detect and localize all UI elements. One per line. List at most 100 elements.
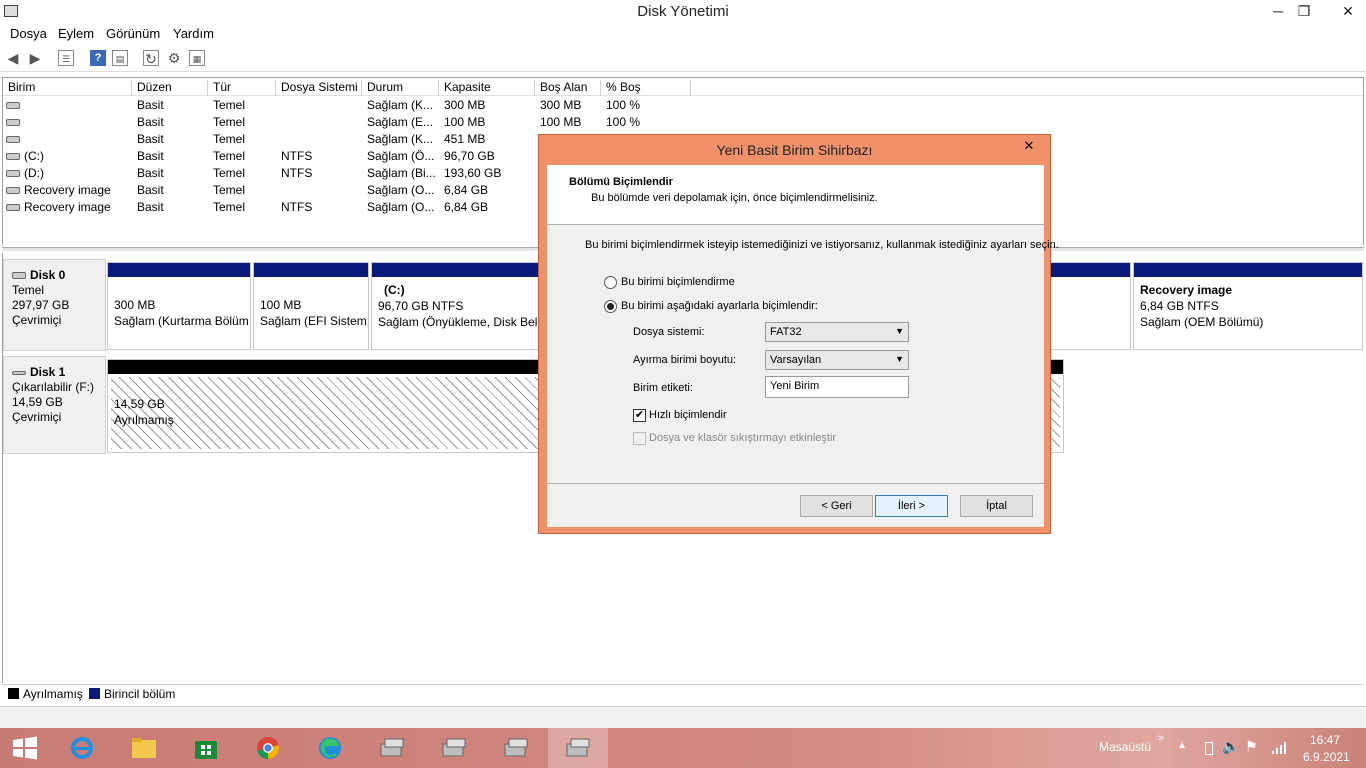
disk0-partition-recovery-image[interactable]: Recovery image 6,84 GB NTFS Sağlam (OEM Bö…	[1133, 262, 1363, 350]
compression-checkbox[interactable]	[633, 432, 646, 445]
settings-icon[interactable]: ⚙	[166, 50, 182, 66]
taskbar-disk-mgmt-3[interactable]	[486, 728, 546, 768]
restore-button[interactable]: ❐	[1289, 0, 1319, 22]
table-row[interactable]: Basit Temel Sağlam (E... 100 MB 100 MB 100…	[3, 114, 1363, 131]
disk0-partition-efi[interactable]: 100 MB Sağlam (EFI Sistem	[253, 262, 369, 350]
disk1-size: 14,59 GB	[12, 395, 63, 409]
disk0-name: Disk 0	[30, 268, 66, 282]
drive-icon	[6, 204, 20, 212]
console-tree-icon[interactable]: ☰	[58, 50, 74, 66]
drive-icon	[6, 136, 20, 144]
volume-list-header: Birim Düzen Tür Dosya Sistemi Durum Kapa…	[3, 78, 1363, 96]
new-simple-volume-wizard: Yeni Basit Birim Sihirbazı ✕ Bölümü Biçi…	[538, 134, 1059, 534]
disk0-partition-recovery[interactable]: 300 MB Sağlam (Kurtarma Bölüm	[107, 262, 251, 350]
drive-icon	[6, 119, 20, 127]
partition-name: (C:)	[384, 283, 405, 297]
file-system-select[interactable]: FAT32 ▼	[765, 322, 909, 342]
clock-time[interactable]: 16:47	[1310, 733, 1340, 747]
volume-label-input[interactable]: Yeni Birim	[765, 376, 909, 398]
col-dosya-sistemi[interactable]: Dosya Sistemi	[276, 80, 362, 96]
menu-view[interactable]: Görünüm	[106, 26, 160, 41]
dialog-close-button[interactable]: ✕	[1016, 136, 1042, 156]
forward-icon[interactable]: ▶	[27, 50, 43, 66]
dialog-title: Yeni Basit Birim Sihirbazı	[716, 142, 873, 158]
volume-icon[interactable]: 🔈	[1222, 738, 1239, 755]
chrome-icon	[257, 737, 279, 759]
chevron-right-icon[interactable]: »	[1158, 732, 1164, 744]
no-format-radio[interactable]	[604, 276, 617, 289]
partition-status: Ayrılmamış	[114, 413, 174, 427]
volume-label-label: Birim etiketi:	[633, 382, 693, 394]
disk0-size: 297,97 GB	[12, 298, 70, 312]
taskbar-disk-mgmt-2[interactable]	[424, 728, 484, 768]
col-bos-alan[interactable]: Boş Alan	[535, 80, 601, 96]
back-icon[interactable]: ◀	[5, 50, 21, 66]
drive-icon	[6, 187, 20, 195]
disk1-state: Çevrimiçi	[12, 410, 62, 424]
taskbar: Masaüstü » ▲ 🔈 ⚑ 16:47 6.9.2021	[0, 728, 1366, 768]
help-icon[interactable]: ?	[90, 50, 106, 66]
menu-action[interactable]: Eylem	[58, 26, 94, 41]
back-button[interactable]: < Geri	[800, 495, 873, 517]
legend-unallocated: Ayrılmamış	[23, 687, 83, 701]
quick-format-label[interactable]: Hızlı biçimlendir	[649, 409, 727, 421]
desktop-toolbar-label[interactable]: Masaüstü	[1099, 740, 1151, 754]
windows-logo-icon	[13, 736, 37, 760]
refresh-icon[interactable]: ↻	[143, 50, 159, 67]
quick-format-checkbox[interactable]: ✔	[633, 409, 646, 422]
disk1-name: Disk 1	[30, 365, 66, 379]
partition-status: Sağlam (Kurtarma Bölüm	[114, 314, 249, 328]
disk0-partition-c[interactable]: (C:) 96,70 GB NTFS Sağlam (Önyükleme, Disk…	[371, 262, 544, 350]
col-birim[interactable]: Birim	[3, 80, 132, 96]
taskbar-edge[interactable]	[300, 728, 360, 768]
no-format-label[interactable]: Bu birimi biçimlendirme	[621, 276, 735, 288]
list-icon[interactable]: ▦	[189, 50, 205, 66]
close-button[interactable]: ✕	[1330, 0, 1366, 22]
partition-status: Sağlam (OEM Bölümü)	[1140, 315, 1264, 329]
disk0-partition-d[interactable]	[1051, 262, 1131, 350]
compression-label: Dosya ve klasör sıkıştırmayı etkinleştir	[649, 432, 837, 444]
drive-icon	[6, 170, 20, 178]
show-hidden-icons-icon[interactable]: ▲	[1177, 740, 1187, 751]
dialog-heading: Bölümü Biçimlendir	[569, 176, 673, 188]
table-row[interactable]: Basit Temel Sağlam (K... 300 MB 300 MB 100…	[3, 97, 1363, 114]
legend-primary: Birincil bölüm	[104, 687, 176, 701]
taskbar-ie[interactable]	[52, 728, 112, 768]
start-button[interactable]	[0, 728, 50, 768]
disk-management-icon	[380, 738, 404, 757]
next-button[interactable]: İleri >	[875, 495, 948, 517]
network-signal-icon[interactable]	[1271, 741, 1287, 755]
allocation-size-select[interactable]: Varsayılan ▼	[765, 350, 909, 370]
col-yuzde-bos[interactable]: % Boş	[601, 80, 691, 96]
action-center-flag-icon[interactable]: ⚑	[1245, 738, 1258, 755]
col-tur[interactable]: Tür	[208, 80, 276, 96]
format-label[interactable]: Bu birimi aşağıdaki ayarlarla biçimlendi…	[621, 300, 818, 312]
dialog-header: Bölümü Biçimlendir Bu bölümde veri depol…	[547, 165, 1044, 225]
dialog-instruction: Bu birimi biçimlendirmek isteyip istemed…	[585, 239, 1059, 251]
col-durum[interactable]: Durum	[362, 80, 439, 96]
title-bar: Disk Yönetimi ─ ❐ ✕	[0, 0, 1366, 24]
drive-icon	[6, 102, 20, 110]
disk1-label[interactable]: Disk 1 Çıkarılabilir (F:) 14,59 GB Çevri…	[3, 356, 106, 454]
format-radio[interactable]	[604, 300, 617, 313]
file-system-label: Dosya sistemi:	[633, 326, 705, 338]
properties-icon[interactable]: ▤	[112, 50, 128, 66]
taskbar-disk-mgmt-4[interactable]	[548, 728, 608, 768]
cancel-button[interactable]: İptal	[960, 495, 1033, 517]
taskbar-store[interactable]	[176, 728, 236, 768]
col-duzen[interactable]: Düzen	[132, 80, 208, 96]
clock-date[interactable]: 6.9.2021	[1303, 750, 1350, 764]
menu-file[interactable]: Dosya	[10, 26, 47, 41]
taskbar-chrome[interactable]	[238, 728, 298, 768]
taskbar-explorer[interactable]	[114, 728, 174, 768]
chevron-down-icon: ▼	[895, 326, 904, 336]
menu-help[interactable]: Yardım	[173, 26, 214, 41]
folder-icon	[132, 738, 156, 758]
disk0-label[interactable]: Disk 0 Temel 297,97 GB Çevrimiçi	[3, 259, 106, 351]
partition-size: 6,84 GB NTFS	[1140, 299, 1219, 313]
taskbar-disk-mgmt-1[interactable]	[362, 728, 422, 768]
col-kapasite[interactable]: Kapasite	[439, 80, 535, 96]
removable-disk-icon	[12, 370, 26, 375]
battery-icon[interactable]	[1205, 742, 1213, 755]
dialog-subheading: Bu bölümde veri depolamak için, önce biç…	[591, 192, 878, 204]
